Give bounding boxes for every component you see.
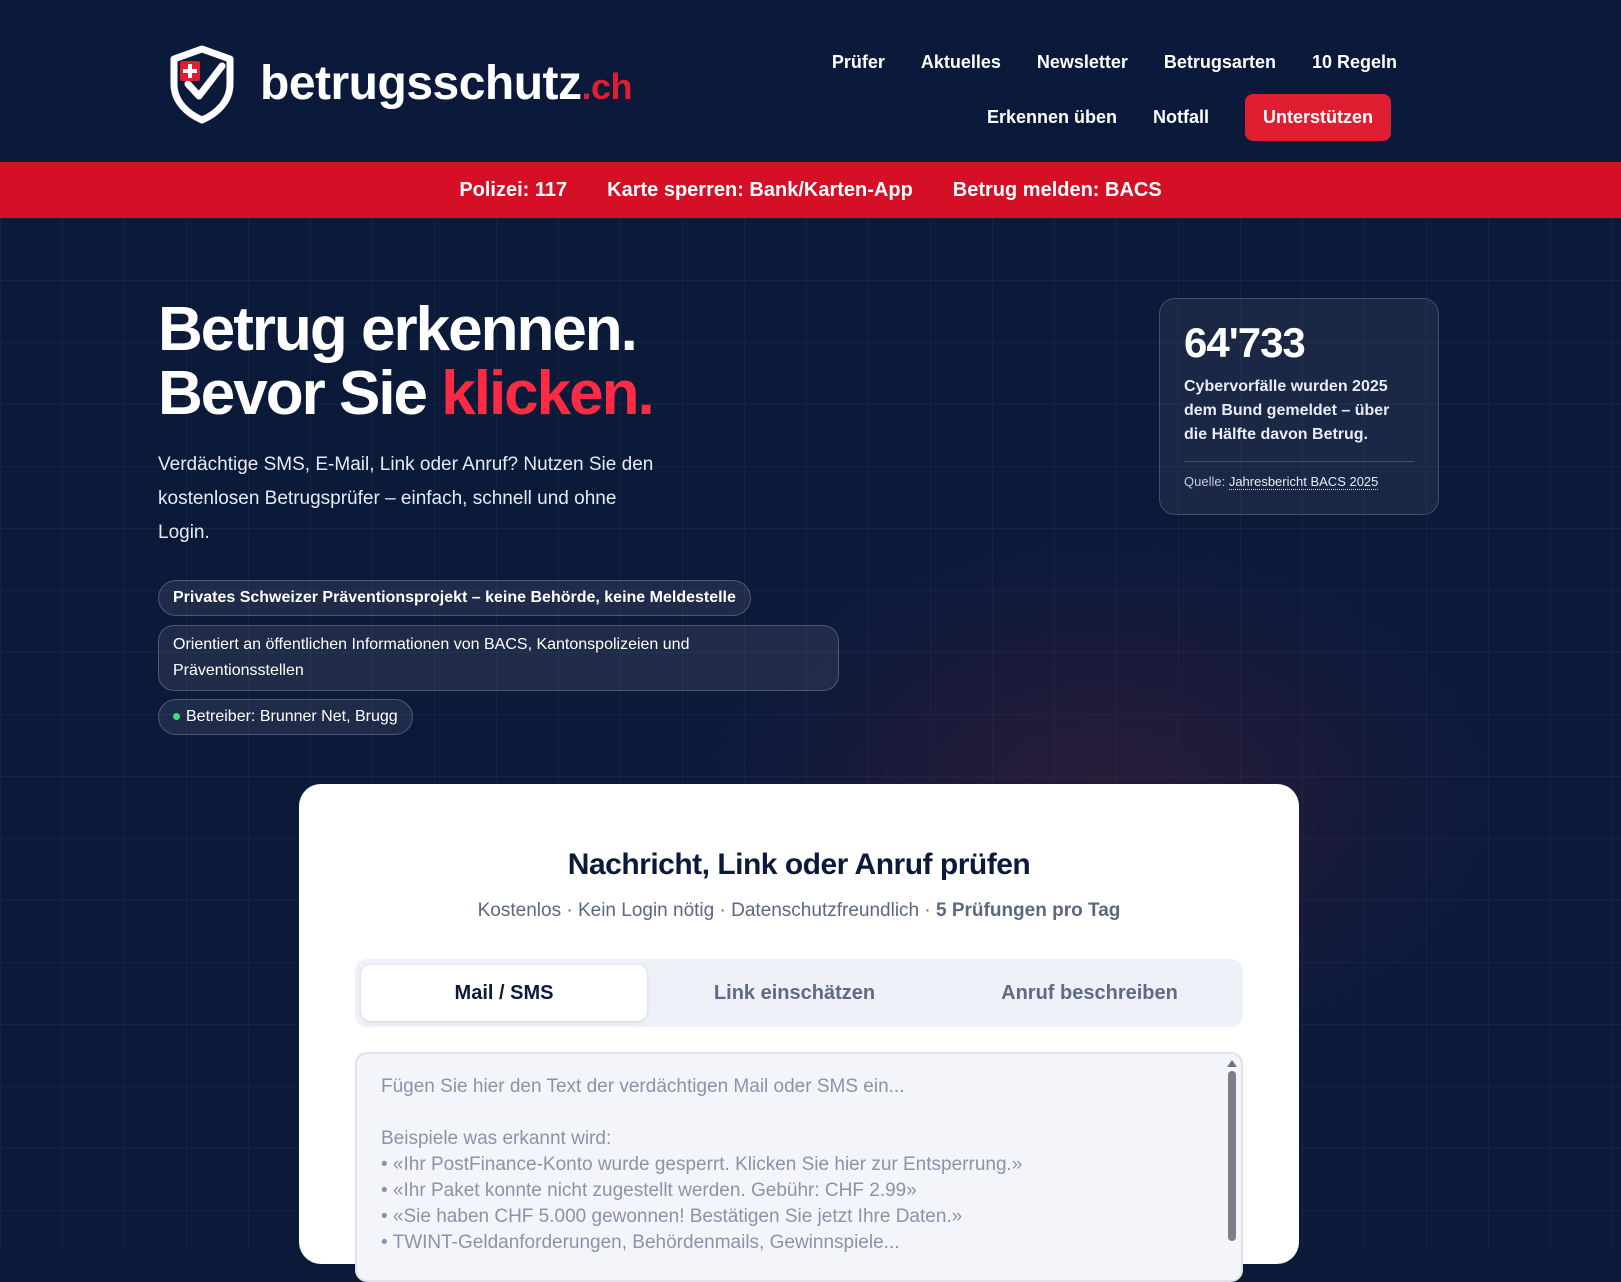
emergency-report[interactable]: Betrug melden: BACS <box>953 179 1162 202</box>
stat-text: Cybervorfälle wurden 2025 dem Bund gemel… <box>1184 378 1390 443</box>
nav-notfall[interactable]: Notfall <box>1153 107 1209 128</box>
hero-title: Betrug erkennen. Bevor Sie klicken. <box>158 295 655 428</box>
stat-source-link[interactable]: Jahresbericht BACS 2025 <box>1228 474 1379 490</box>
logo[interactable]: betrugsschutz.ch <box>166 44 633 124</box>
nav-10-regeln[interactable]: 10 Regeln <box>1312 52 1397 73</box>
emergency-bar: Polizei: 117 Karte sperren: Bank/Karten-… <box>0 162 1621 218</box>
textarea-scrollbar[interactable] <box>1227 1060 1237 1270</box>
checker-title: Nachricht, Link oder Anruf prüfen <box>567 848 1031 881</box>
hero-title-accent: klicken. <box>441 359 654 428</box>
chip-operator: Betreiber: Brunner Net, Brugg <box>158 699 413 735</box>
scroll-thumb[interactable] <box>1228 1071 1236 1241</box>
checker-subtitle-text: Kostenlos · Kein Login nötig · Datenschu… <box>477 900 936 921</box>
support-button[interactable]: Unterstützen <box>1244 94 1391 141</box>
emergency-police[interactable]: Polizei: 117 <box>459 179 567 202</box>
checker-panel: Nachricht, Link oder Anruf prüfen Kosten… <box>299 784 1299 1282</box>
checker-limit: 5 Prüfungen pro Tag <box>936 900 1121 921</box>
logo-tld: .ch <box>581 66 633 107</box>
checker-tabs: Mail / SMS Link einschätzen Anruf beschr… <box>355 959 1243 1027</box>
checker-subtitle: Kostenlos · Kein Login nötig · Datenschu… <box>299 900 1299 922</box>
emergency-card-block[interactable]: Karte sperren: Bank/Karten-App <box>607 179 913 202</box>
shield-check-icon <box>170 45 234 124</box>
main-nav-top: Prüfer Aktuelles Newsletter Betrugsarten… <box>832 52 1397 73</box>
chip-private-project: Privates Schweizer Präventionsprojekt – … <box>158 580 751 616</box>
hero-title-line2-prefix: Bevor Sie <box>158 359 442 428</box>
stat-card: 64'733 Cybervorfälle wurden 2025 dem Bun… <box>1159 298 1439 515</box>
logo-name: betrugsschutz <box>260 57 582 110</box>
main-nav-bottom: Erkennen üben Notfall Unterstützen <box>987 94 1391 141</box>
scroll-up-icon[interactable] <box>1227 1060 1237 1067</box>
hero-lead: Verdächtige SMS, E-Mail, Link oder Anruf… <box>158 454 654 543</box>
stat-source: Quelle: Jahresbericht BACS 2025 <box>1184 474 1414 490</box>
chip-operator-label: Betreiber: Brunner Net, Brugg <box>186 708 398 725</box>
hero-title-line1: Betrug erkennen. <box>158 295 638 364</box>
tab-call[interactable]: Anruf beschreiben <box>942 965 1237 1021</box>
stat-number: 64'733 <box>1184 319 1306 366</box>
tab-link[interactable]: Link einschätzen <box>647 965 942 1021</box>
nav-aktuelles[interactable]: Aktuelles <box>921 52 1001 73</box>
site-header: betrugsschutz.ch Prüfer Aktuelles Newsle… <box>0 0 1621 162</box>
message-input[interactable] <box>357 1054 1241 1280</box>
nav-betrugsarten[interactable]: Betrugsarten <box>1164 52 1276 73</box>
logo-wordmark: betrugsschutz.ch <box>260 57 633 110</box>
nav-erkennen-ueben[interactable]: Erkennen üben <box>987 107 1117 128</box>
status-dot-icon <box>173 713 180 721</box>
stat-divider <box>1184 461 1414 462</box>
tab-mail-sms[interactable]: Mail / SMS <box>361 965 647 1021</box>
nav-newsletter[interactable]: Newsletter <box>1037 52 1128 73</box>
chip-sources: Orientiert an öffentlichen Informationen… <box>158 625 839 691</box>
stat-source-label: Quelle: <box>1184 474 1229 489</box>
nav-pruefer[interactable]: Prüfer <box>832 52 885 73</box>
